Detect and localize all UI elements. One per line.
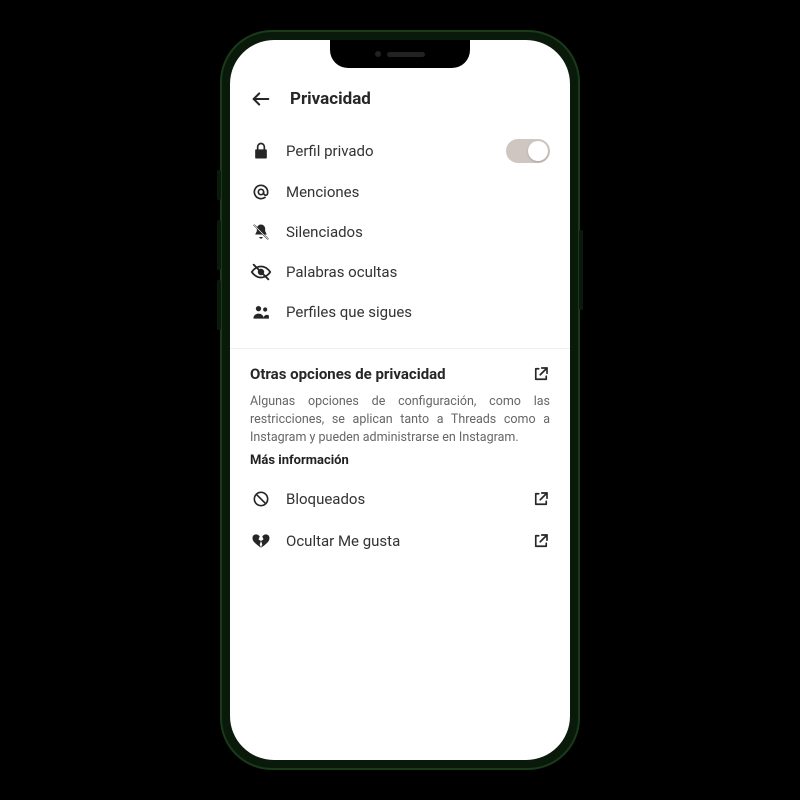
external-link-icon[interactable] [532, 365, 550, 383]
other-privacy-section: Otras opciones de privacidad Algunas opc… [230, 349, 570, 562]
row-mentions[interactable]: Menciones [250, 172, 550, 212]
lock-icon [250, 140, 272, 162]
private-profile-toggle[interactable] [506, 139, 550, 163]
phone-screen: Privacidad Perfil privado [230, 40, 570, 760]
page-title: Privacidad [290, 89, 371, 109]
bell-off-icon [250, 221, 272, 243]
row-label: Menciones [286, 183, 550, 201]
row-blocked[interactable]: Bloqueados [250, 478, 550, 520]
row-private-profile[interactable]: Perfil privado [250, 130, 550, 172]
external-options-list: Bloqueados [250, 478, 550, 562]
phone-side-button [217, 170, 221, 200]
people-icon [250, 301, 272, 323]
privacy-screen: Privacidad Perfil privado [230, 40, 570, 562]
eye-off-icon [250, 261, 272, 283]
privacy-options-list: Perfil privado Menciones [230, 124, 570, 348]
section-description: Algunas opciones de configuración, como … [250, 393, 550, 447]
row-hidden-words[interactable]: Palabras ocultas [250, 252, 550, 292]
phone-notch [330, 40, 470, 68]
row-following-profiles[interactable]: Perfiles que sigues [250, 292, 550, 332]
row-muted[interactable]: Silenciados [250, 212, 550, 252]
phone-side-button [579, 230, 583, 310]
section-title: Otras opciones de privacidad [250, 365, 446, 383]
row-hide-likes[interactable]: Ocultar Me gusta [250, 520, 550, 562]
at-icon [250, 181, 272, 203]
row-label: Ocultar Me gusta [286, 532, 518, 550]
phone-frame: Privacidad Perfil privado [220, 30, 580, 770]
row-label: Palabras ocultas [286, 263, 550, 281]
heart-broken-icon [250, 530, 272, 552]
row-label: Perfil privado [286, 142, 492, 160]
external-link-icon [532, 490, 550, 508]
phone-side-button [217, 220, 221, 270]
back-arrow-icon[interactable] [250, 88, 272, 110]
external-link-icon [532, 532, 550, 550]
row-label: Perfiles que sigues [286, 303, 550, 321]
row-label: Bloqueados [286, 490, 518, 508]
phone-side-button [217, 280, 221, 330]
row-label: Silenciados [286, 223, 550, 241]
block-icon [250, 488, 272, 510]
header: Privacidad [230, 82, 570, 124]
more-info-link[interactable]: Más información [250, 453, 349, 468]
section-header: Otras opciones de privacidad [250, 365, 550, 383]
